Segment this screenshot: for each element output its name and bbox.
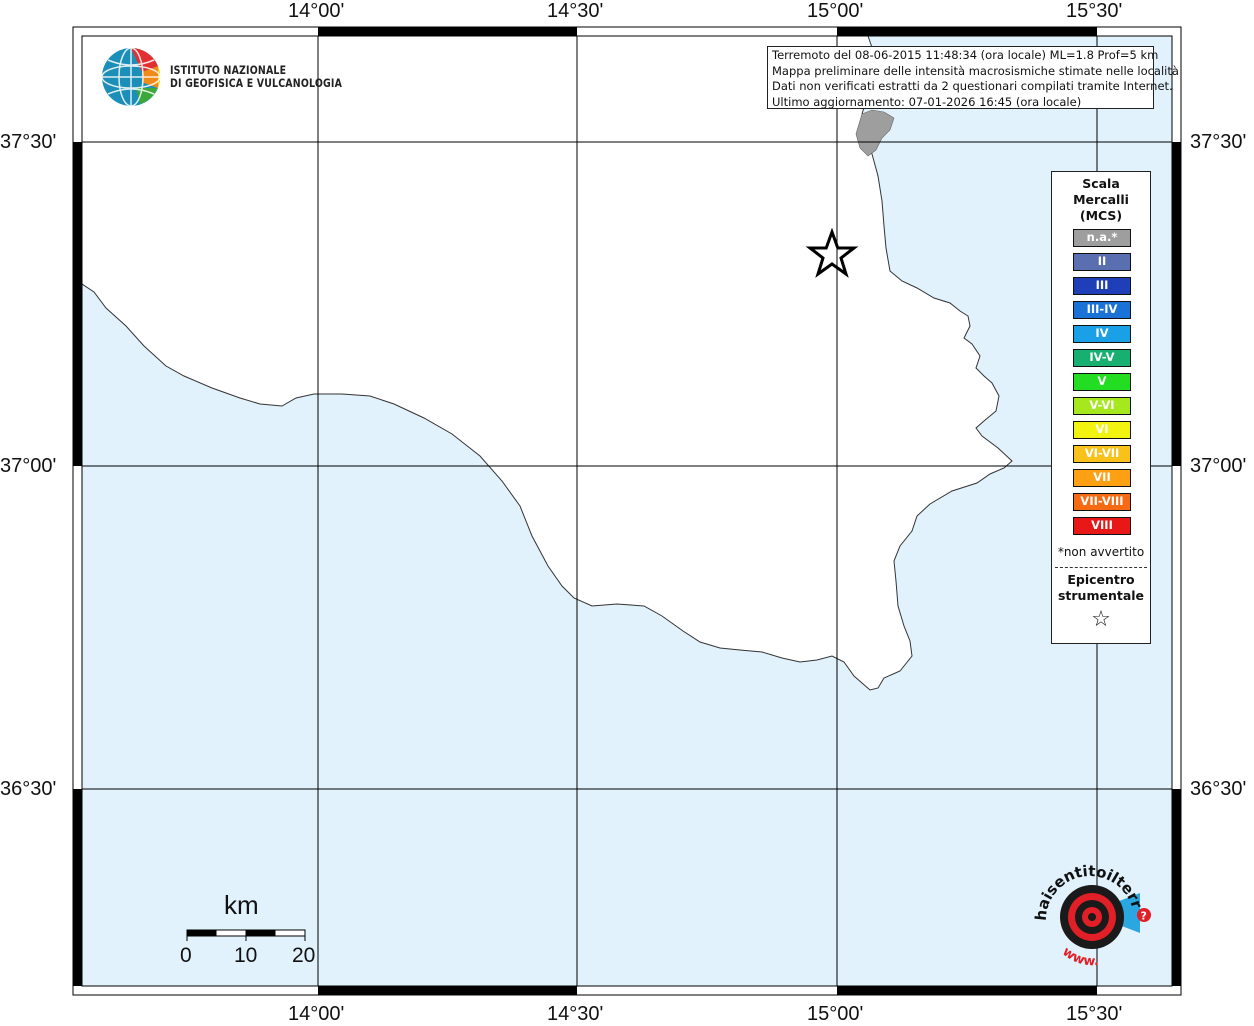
ingv-logo: [100, 46, 162, 112]
top-tick-15-00: 15°00': [807, 0, 864, 22]
legend-item-vii: VII: [1073, 469, 1131, 487]
legend-item-iv: IV: [1073, 325, 1131, 343]
scalebar-label-0: 0: [180, 944, 192, 967]
legend-item-v: V: [1073, 373, 1131, 391]
legend-item-viii: VIII: [1073, 517, 1131, 535]
scalebar-label-10: 10: [234, 944, 258, 967]
org-name-block: ISTITUTO NAZIONALE DI GEOFISICA E VULCAN…: [170, 64, 380, 90]
top-tick-14-00: 14°00': [288, 0, 345, 22]
legend-item-iv-v: IV-V: [1073, 349, 1131, 367]
legend-footnote: *non avvertito: [1057, 545, 1145, 559]
scalebar-label-20: 20: [292, 944, 316, 967]
right-tick-36-30: 36°30': [1190, 778, 1247, 800]
legend-epicenter-line2: strumentale: [1057, 588, 1145, 603]
legend-item-n-a: n.a.*: [1073, 229, 1131, 247]
legend-title-line2: Mercalli: [1073, 192, 1129, 207]
bottom-tick-15-30: 15°30': [1066, 1003, 1123, 1025]
legend-title-line3: (MCS): [1079, 208, 1123, 223]
right-tick-37-00: 37°00': [1190, 455, 1247, 477]
info-line-1: Terremoto del 08-06-2015 11:48:34 (ora l…: [772, 48, 1159, 62]
left-tick-37-00: 37°00': [0, 455, 57, 477]
ingv-globe-logo-icon: [101, 47, 161, 107]
org-name-line2: DI GEOFISICA E VULCANOLOGIA: [170, 76, 343, 90]
info-line-4: Ultimo aggiornamento: 07-01-2026 16:45 (…: [772, 94, 1082, 109]
legend-title-line1: Scala: [1082, 176, 1120, 191]
legend-divider: [1055, 567, 1147, 568]
legend-item-vii-viii: VII-VIII: [1073, 493, 1131, 511]
scalebar: [186, 929, 306, 941]
legend-star-icon: ☆: [1091, 607, 1111, 632]
left-tick-36-30: 36°30': [0, 778, 57, 800]
scalebar-unit: km: [224, 890, 259, 920]
legend-item-vi: VI: [1073, 421, 1131, 439]
right-tick-37-30: 37°30': [1190, 131, 1247, 153]
legend-item-iii-iv: III-IV: [1073, 301, 1131, 319]
bottom-tick-15-00: 15°00': [807, 1003, 864, 1025]
map-frame: [72, 26, 1182, 996]
legend-item-vi-vii: VI-VII: [1073, 445, 1131, 463]
haisentito-logo-icon: ? haisentitoilterremoto.it www.: [1022, 841, 1151, 970]
badge-question: ?: [1141, 910, 1147, 923]
haisentito-badge[interactable]: ? haisentitoilterremoto.it www.: [1022, 841, 1155, 975]
legend-item-ii: II: [1073, 253, 1131, 271]
info-line-2: Mappa preliminare delle intensità macros…: [772, 63, 1179, 78]
legend-item-iii: III: [1073, 277, 1131, 295]
info-line-3: Dati non verificati estratti da 2 questi…: [772, 79, 1173, 93]
map-canvas: [72, 26, 1182, 996]
legend-item-v-vi: V-VI: [1073, 397, 1131, 415]
left-tick-37-30: 37°30': [0, 131, 57, 153]
top-tick-14-30: 14°30': [547, 0, 604, 22]
bottom-tick-14-00: 14°00': [288, 1003, 345, 1025]
legend-epicenter-line1: Epicentro: [1067, 572, 1135, 587]
bottom-tick-14-30: 14°30': [547, 1003, 604, 1025]
event-info-box: Terremoto del 08-06-2015 11:48:34 (ora l…: [767, 46, 1179, 109]
top-tick-15-30: 15°30': [1066, 0, 1123, 22]
intensity-legend: Scala Mercalli (MCS) n.a.* II III III-IV IV I…: [1051, 171, 1151, 644]
